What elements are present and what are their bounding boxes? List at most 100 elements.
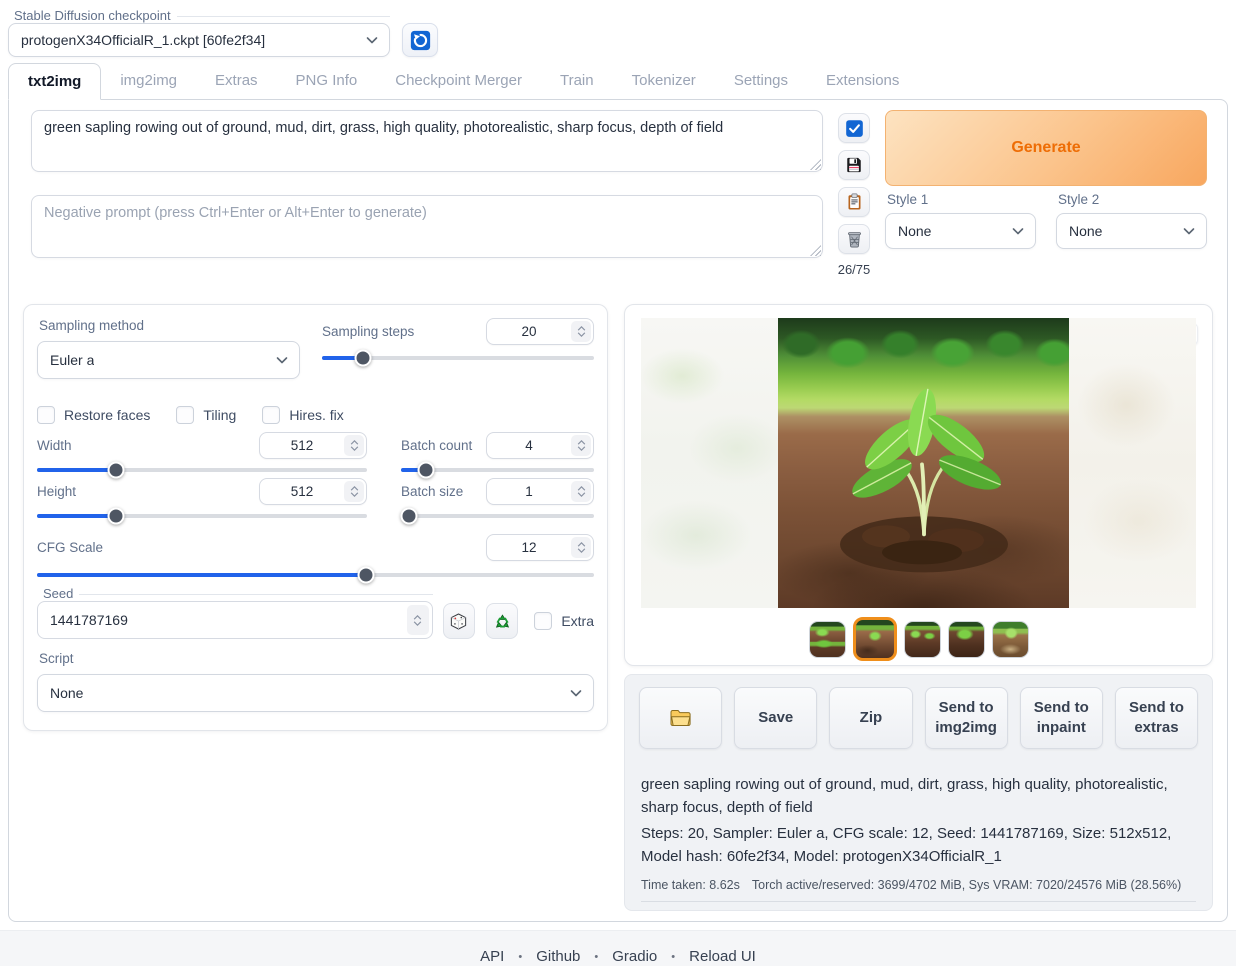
tab-settings[interactable]: Settings <box>715 63 807 99</box>
sampling-method-label: Sampling method <box>37 318 300 333</box>
seed-label: Seed <box>43 586 73 601</box>
restore-faces-checkbox[interactable]: Restore faces <box>37 406 150 424</box>
number-spinner[interactable] <box>344 481 364 502</box>
trash-icon <box>846 230 863 248</box>
checkpoint-field: Stable Diffusion checkpoint protogenX34O… <box>8 8 390 57</box>
gallery-thumbnail[interactable] <box>904 621 941 658</box>
refresh-checkpoint-button[interactable] <box>402 23 438 57</box>
save-button[interactable]: Save <box>734 687 817 749</box>
generated-image-preview[interactable] <box>778 318 1069 608</box>
width-slider[interactable] <box>37 468 367 472</box>
tab-checkpoint-merger[interactable]: Checkpoint Merger <box>376 63 541 99</box>
script-value: None <box>50 685 83 701</box>
tab-extensions[interactable]: Extensions <box>807 63 918 99</box>
sampling-method-field: Sampling method Euler a <box>37 318 300 379</box>
label-rule <box>79 594 432 595</box>
footer-link-reload-ui[interactable]: Reload UI <box>675 948 770 965</box>
checkpoint-value: protogenX34OfficialR_1.ckpt [60fe2f34] <box>21 32 265 48</box>
vram-text: Torch active/reserved: 3699/4702 MiB, Sy… <box>752 878 1181 892</box>
negative-prompt-input[interactable] <box>31 195 823 258</box>
prompt-field: green sapling rowing out of ground, mud,… <box>31 110 823 172</box>
time-taken-text: Time taken: 8.62s <box>641 878 740 892</box>
slider-handle[interactable] <box>354 350 371 367</box>
check-icon <box>845 119 864 138</box>
checkpoint-select[interactable]: protogenX34OfficialR_1.ckpt [60fe2f34] <box>8 23 390 57</box>
number-spinner[interactable] <box>571 321 591 342</box>
footer-link-gradio[interactable]: Gradio <box>598 948 671 965</box>
quicksettings-bar: Stable Diffusion checkpoint protogenX34O… <box>0 0 1236 57</box>
height-slider[interactable] <box>37 514 367 518</box>
style1-select[interactable]: None <box>885 213 1036 249</box>
main-tabbar: txt2img img2img Extras PNG Info Checkpoi… <box>8 63 1228 99</box>
style2-value: None <box>1069 223 1102 239</box>
slider-handle[interactable] <box>357 567 374 584</box>
number-spinner[interactable] <box>344 435 364 456</box>
apply-style-button[interactable] <box>838 187 870 217</box>
prompt-input[interactable]: green sapling rowing out of ground, mud,… <box>31 110 823 172</box>
save-style-button[interactable] <box>838 150 870 180</box>
batch-size-input[interactable]: 1 <box>486 478 594 505</box>
send-to-img2img-button[interactable]: Send to img2img <box>925 687 1008 749</box>
slider-handle[interactable] <box>400 508 417 525</box>
gallery-thumbnail[interactable] <box>853 617 897 661</box>
script-field: Script None <box>37 651 594 712</box>
check-button[interactable] <box>838 113 870 143</box>
sampling-method-value: Euler a <box>50 352 94 368</box>
number-spinner[interactable] <box>571 481 591 502</box>
open-folder-button[interactable] <box>639 687 722 749</box>
slider-handle[interactable] <box>108 508 125 525</box>
zip-button[interactable]: Zip <box>829 687 912 749</box>
slider-handle[interactable] <box>418 462 435 479</box>
gallery-thumbnail[interactable] <box>809 621 846 658</box>
generation-info: green sapling rowing out of ground, mud,… <box>639 749 1198 910</box>
batch-size-slider[interactable] <box>401 514 594 518</box>
width-input[interactable]: 512 <box>259 432 367 459</box>
cfg-scale-label: CFG Scale <box>37 540 103 555</box>
tiling-checkbox[interactable]: Tiling <box>176 406 236 424</box>
tab-tokenizer[interactable]: Tokenizer <box>613 63 715 99</box>
script-select[interactable]: None <box>37 674 594 712</box>
number-spinner[interactable] <box>571 537 591 558</box>
sampling-method-select[interactable]: Euler a <box>37 341 300 379</box>
seed-input[interactable]: 1441787169 <box>37 601 433 639</box>
checkpoint-label: Stable Diffusion checkpoint <box>14 8 171 23</box>
footer-link-github[interactable]: Github <box>522 948 594 965</box>
gallery-side-preview-right <box>1069 318 1196 608</box>
style2-select[interactable]: None <box>1056 213 1207 249</box>
extra-seed-checkbox[interactable]: Extra <box>534 612 594 630</box>
height-input[interactable]: 512 <box>259 478 367 505</box>
gallery-thumbnail[interactable] <box>948 621 985 658</box>
recycle-icon <box>493 612 512 631</box>
slider-handle[interactable] <box>108 462 125 479</box>
send-to-inpaint-button[interactable]: Send to inpaint <box>1020 687 1103 749</box>
tab-txt2img[interactable]: txt2img <box>8 63 101 100</box>
gallery-side-preview-left <box>641 318 778 608</box>
sampling-steps-slider[interactable] <box>322 356 594 360</box>
batch-count-label: Batch count <box>401 438 472 453</box>
cfg-scale-slider[interactable] <box>37 573 594 577</box>
number-spinner[interactable] <box>407 605 429 635</box>
tab-train[interactable]: Train <box>541 63 613 99</box>
cfg-scale-input[interactable]: 12 <box>486 534 594 561</box>
number-spinner[interactable] <box>571 435 591 456</box>
batch-count-field: Batch count 4 <box>401 432 594 472</box>
clear-prompt-button[interactable] <box>838 224 870 254</box>
prompt-tools: 26/75 <box>837 110 871 277</box>
reuse-seed-button[interactable] <box>486 603 518 639</box>
batch-count-input[interactable]: 4 <box>486 432 594 459</box>
generation-settings-panel: Sampling method Euler a Sampling steps <box>23 304 608 731</box>
tab-extras[interactable]: Extras <box>196 63 277 99</box>
gallery-thumbnail[interactable] <box>992 621 1029 658</box>
generate-button[interactable]: Generate <box>885 110 1207 186</box>
batch-count-slider[interactable] <box>401 468 594 472</box>
sapling-image-subject <box>834 366 1014 576</box>
random-seed-button[interactable] <box>443 603 475 639</box>
send-to-extras-button[interactable]: Send to extras <box>1115 687 1198 749</box>
negative-prompt-field <box>31 195 823 258</box>
clipboard-icon <box>846 193 863 211</box>
tab-img2img[interactable]: img2img <box>101 63 196 99</box>
sampling-steps-input[interactable]: 20 <box>486 318 594 345</box>
footer-link-api[interactable]: API <box>466 948 518 965</box>
tab-png-info[interactable]: PNG Info <box>277 63 377 99</box>
hires-fix-checkbox[interactable]: Hires. fix <box>262 406 343 424</box>
